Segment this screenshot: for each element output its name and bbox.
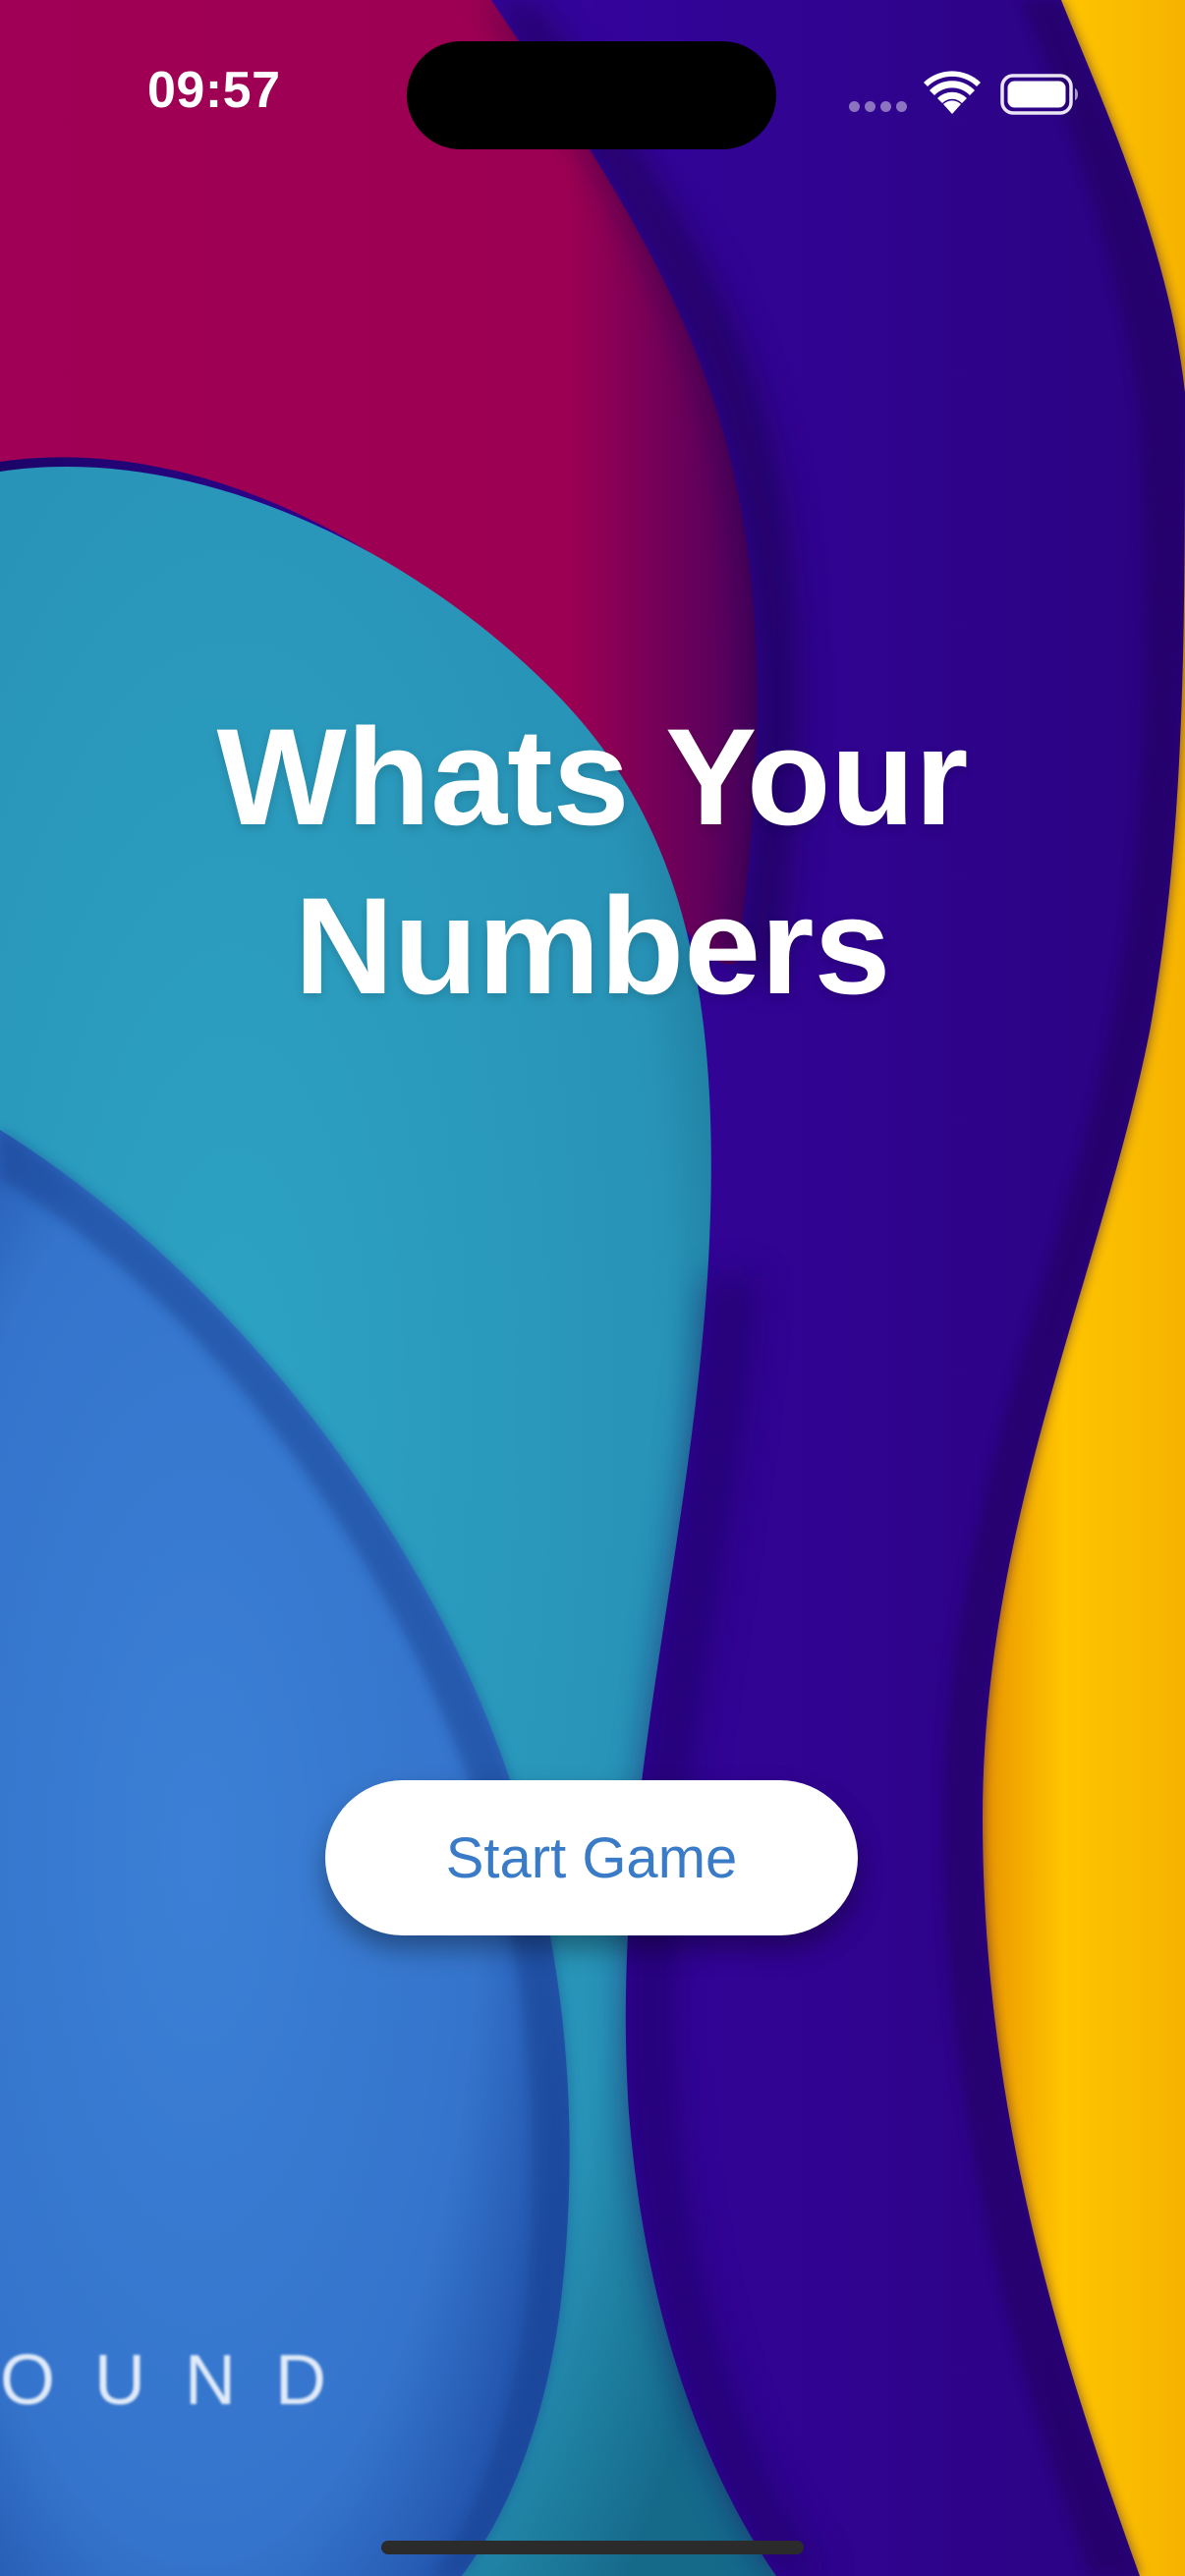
wifi-icon [924, 71, 981, 114]
title-line-1: Whats Your [216, 700, 969, 854]
home-indicator[interactable] [381, 2541, 804, 2554]
wave-background [0, 0, 1185, 2576]
background-watermark-text: OUND [0, 2341, 366, 2420]
start-game-button[interactable]: Start Game [325, 1780, 858, 1935]
title-line-2: Numbers [294, 868, 891, 1023]
game-title: Whats Your Numbers [0, 693, 1185, 1031]
battery-icon [1000, 74, 1078, 115]
dynamic-island [407, 41, 776, 149]
start-game-label: Start Game [445, 1825, 738, 1890]
screen: 09:57 Whats Your Numbers Start Game OUND [0, 0, 1185, 2576]
cellular-signal-icon [849, 101, 908, 113]
status-time: 09:57 [147, 62, 281, 119]
